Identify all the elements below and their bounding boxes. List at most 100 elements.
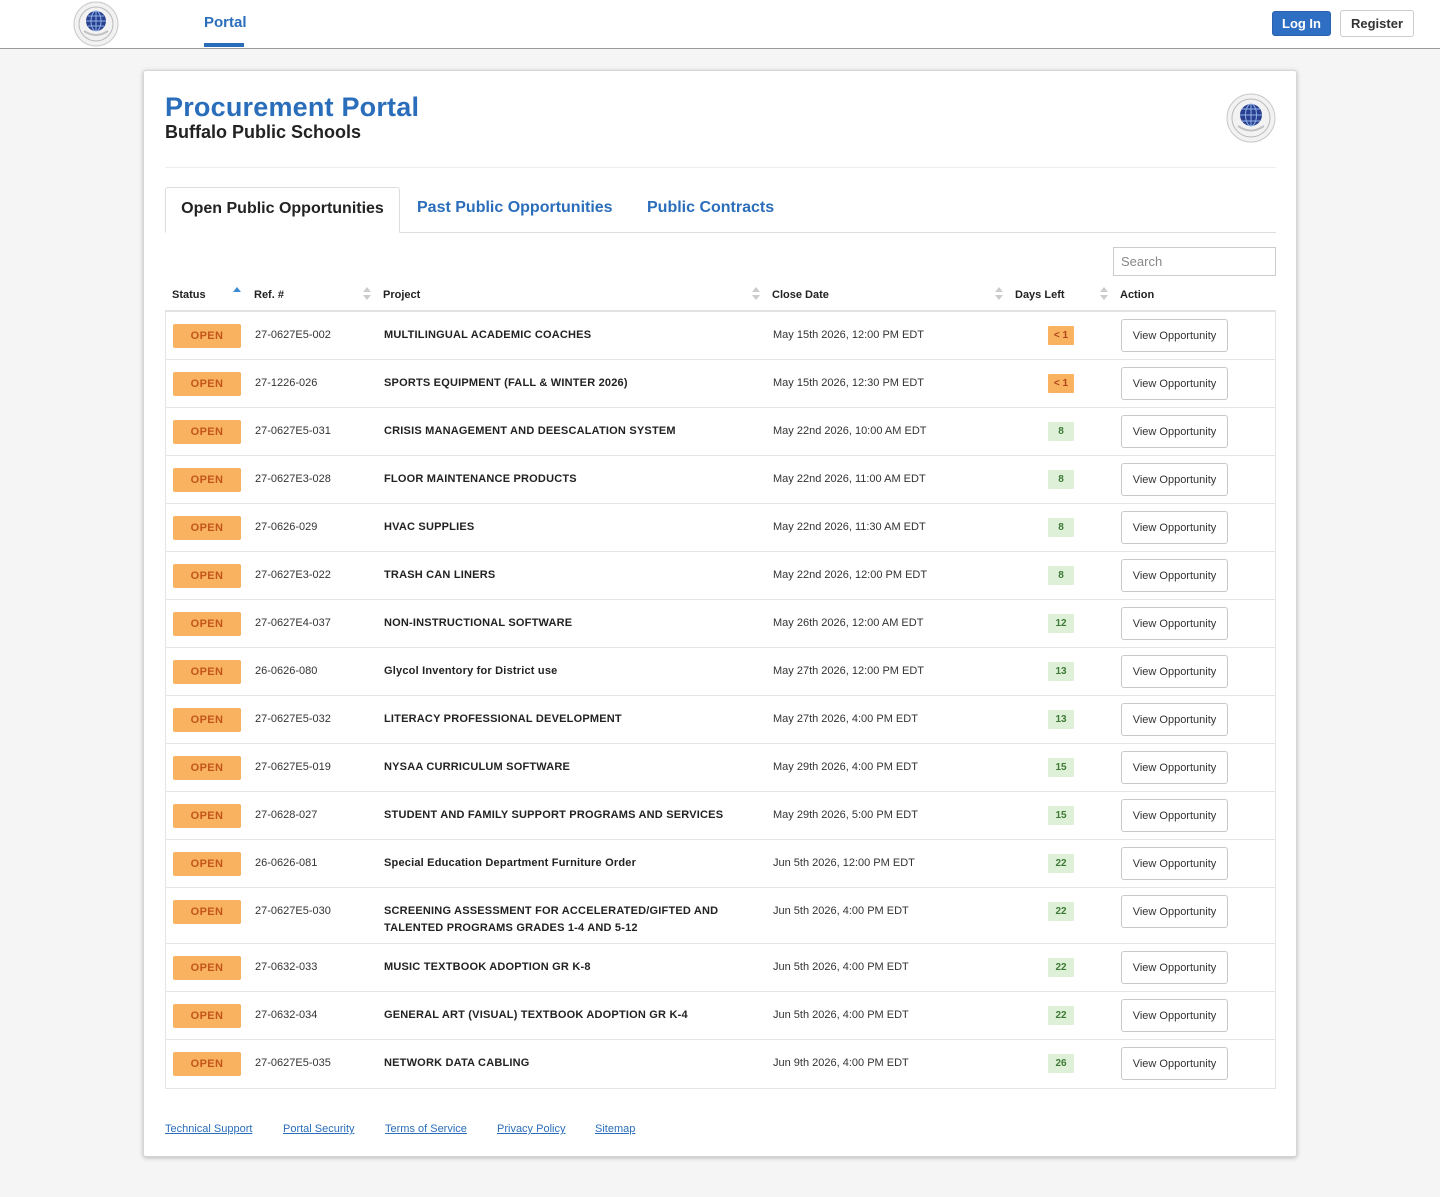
table-header: Status Ref. # Project Close Date Days Le…	[165, 281, 1276, 312]
project-name: STUDENT AND FAMILY SUPPORT PROGRAMS AND …	[384, 809, 724, 821]
ref-number: 27-0632-033	[255, 961, 318, 973]
table-row: OPEN 27-0627E5-002 MULTILINGUAL ACADEMIC C…	[166, 312, 1275, 360]
status-badge: OPEN	[173, 324, 241, 348]
footer-link-sitemap[interactable]: Sitemap	[595, 1123, 635, 1135]
project-name: SPORTS EQUIPMENT (FALL & WINTER 2026)	[384, 377, 628, 389]
project-name: TRASH CAN LINERS	[384, 569, 496, 581]
column-header-days-left[interactable]: Days Left	[1015, 289, 1065, 301]
close-date: May 29th 2026, 5:00 PM EDT	[773, 809, 918, 821]
table-row: OPEN 27-0627E5-030 SCREENING ASSESSMENT FO…	[166, 888, 1275, 944]
days-left-badge: 13	[1048, 662, 1074, 681]
table-row: OPEN 26-0626-081 Special Education Departm…	[166, 840, 1275, 888]
status-badge: OPEN	[173, 1052, 241, 1076]
column-header-close-date[interactable]: Close Date	[772, 289, 829, 301]
view-opportunity-button[interactable]: View Opportunity	[1121, 799, 1228, 832]
ref-number: 26-0626-080	[255, 665, 318, 677]
view-opportunity-button[interactable]: View Opportunity	[1121, 367, 1228, 400]
sort-icon[interactable]	[752, 287, 760, 301]
column-header-project[interactable]: Project	[383, 289, 420, 301]
footer-link-terms-of-service[interactable]: Terms of Service	[385, 1123, 467, 1135]
close-date: May 15th 2026, 12:00 PM EDT	[773, 329, 925, 341]
status-badge: OPEN	[173, 956, 241, 980]
footer-link-technical-support[interactable]: Technical Support	[165, 1123, 252, 1135]
view-opportunity-button[interactable]: View Opportunity	[1121, 1047, 1228, 1080]
sort-icon[interactable]	[363, 287, 371, 301]
days-left-badge: 15	[1048, 758, 1074, 777]
close-date: May 22nd 2026, 11:00 AM EDT	[773, 473, 926, 485]
close-date: Jun 9th 2026, 4:00 PM EDT	[773, 1057, 909, 1069]
project-name: Special Education Department Furniture O…	[384, 857, 637, 869]
tab-open-public-opportunities[interactable]: Open Public Opportunities	[165, 187, 400, 233]
opportunities-table-body: OPEN 27-0627E5-002 MULTILINGUAL ACADEMIC C…	[165, 312, 1276, 1089]
view-opportunity-button[interactable]: View Opportunity	[1121, 751, 1228, 784]
district-seal-icon	[1226, 93, 1276, 143]
status-badge: OPEN	[173, 468, 241, 492]
view-opportunity-button[interactable]: View Opportunity	[1121, 703, 1228, 736]
days-left-badge: 8	[1048, 422, 1074, 441]
column-header-status[interactable]: Status	[172, 289, 206, 301]
days-left-badge: 22	[1048, 1006, 1074, 1025]
view-opportunity-button[interactable]: View Opportunity	[1121, 847, 1228, 880]
ref-number: 27-0627E3-022	[255, 569, 331, 581]
table-row: OPEN 27-0627E4-037 NON-INSTRUCTIONAL SOFTW…	[166, 600, 1275, 648]
days-left-badge: < 1	[1048, 326, 1074, 345]
ref-number: 27-0627E5-035	[255, 1057, 331, 1069]
search-input[interactable]	[1113, 247, 1276, 276]
district-seal-icon[interactable]	[72, 1, 120, 47]
register-button[interactable]: Register	[1340, 10, 1414, 37]
table-row: OPEN 27-0627E3-028 FLOOR MAINTENANCE PRODU…	[166, 456, 1275, 504]
sort-icon[interactable]	[995, 287, 1003, 301]
page-subtitle: Buffalo Public Schools	[165, 122, 362, 142]
column-header-ref[interactable]: Ref. #	[254, 289, 284, 301]
close-date: May 29th 2026, 4:00 PM EDT	[773, 761, 918, 773]
close-date: May 22nd 2026, 11:30 AM EDT	[773, 521, 926, 533]
table-row: OPEN 26-0626-080 Glycol Inventory for Dist…	[166, 648, 1275, 696]
view-opportunity-button[interactable]: View Opportunity	[1121, 655, 1228, 688]
ref-number: 27-0627E5-019	[255, 761, 331, 773]
top-navbar: Portal Log In Register	[0, 0, 1440, 49]
view-opportunity-button[interactable]: View Opportunity	[1121, 999, 1228, 1032]
view-opportunity-button[interactable]: View Opportunity	[1121, 607, 1228, 640]
close-date: May 27th 2026, 4:00 PM EDT	[773, 713, 918, 725]
footer-link-privacy-policy[interactable]: Privacy Policy	[497, 1123, 565, 1135]
status-badge: OPEN	[173, 420, 241, 444]
nav-active-indicator	[204, 43, 244, 47]
close-date: May 26th 2026, 12:00 AM EDT	[773, 617, 924, 629]
login-button[interactable]: Log In	[1272, 11, 1331, 36]
days-left-badge: 12	[1048, 614, 1074, 633]
ref-number: 26-0626-081	[255, 857, 318, 869]
view-opportunity-button[interactable]: View Opportunity	[1121, 319, 1228, 352]
table-row: OPEN 27-0627E3-022 TRASH CAN LINERS May 22n…	[166, 552, 1275, 600]
sort-icon[interactable]	[1100, 287, 1108, 301]
days-left-badge: 8	[1048, 518, 1074, 537]
view-opportunity-button[interactable]: View Opportunity	[1121, 559, 1228, 592]
ref-number: 27-0627E3-028	[255, 473, 331, 485]
nav-tab-portal[interactable]: Portal	[204, 14, 247, 31]
status-badge: OPEN	[173, 372, 241, 396]
tab-past-public-opportunities[interactable]: Past Public Opportunities	[417, 187, 613, 233]
status-badge: OPEN	[173, 516, 241, 540]
table-row: OPEN 27-0627E5-032 LITERACY PROFESSIONAL D…	[166, 696, 1275, 744]
view-opportunity-button[interactable]: View Opportunity	[1121, 951, 1228, 984]
view-opportunity-button[interactable]: View Opportunity	[1121, 415, 1228, 448]
status-badge: OPEN	[173, 852, 241, 876]
footer-link-portal-security[interactable]: Portal Security	[283, 1123, 355, 1135]
days-left-badge: < 1	[1048, 374, 1074, 393]
status-badge: OPEN	[173, 900, 241, 924]
table-row: OPEN 27-1226-026 SPORTS EQUIPMENT (FALL & …	[166, 360, 1275, 408]
ref-number: 27-1226-026	[255, 377, 318, 389]
table-row: OPEN 27-0626-029 HVAC SUPPLIES May 22nd 202…	[166, 504, 1275, 552]
close-date: Jun 5th 2026, 12:00 PM EDT	[773, 857, 915, 869]
project-name: GENERAL ART (VISUAL) TEXTBOOK ADOPTION G…	[384, 1009, 688, 1021]
view-opportunity-button[interactable]: View Opportunity	[1121, 895, 1228, 928]
ref-number: 27-0627E5-030	[255, 905, 331, 917]
view-opportunity-button[interactable]: View Opportunity	[1121, 511, 1228, 544]
table-row: OPEN 27-0627E5-035 NETWORK DATA CABLING Jun…	[166, 1040, 1275, 1088]
close-date: May 22nd 2026, 10:00 AM EDT	[773, 425, 927, 437]
view-opportunity-button[interactable]: View Opportunity	[1121, 463, 1228, 496]
ref-number: 27-0626-029	[255, 521, 318, 533]
tab-public-contracts[interactable]: Public Contracts	[647, 187, 774, 233]
portal-card: Procurement Portal Buffalo Public School…	[143, 70, 1297, 1157]
status-badge: OPEN	[173, 564, 241, 588]
sort-ascending-icon[interactable]	[233, 287, 241, 301]
